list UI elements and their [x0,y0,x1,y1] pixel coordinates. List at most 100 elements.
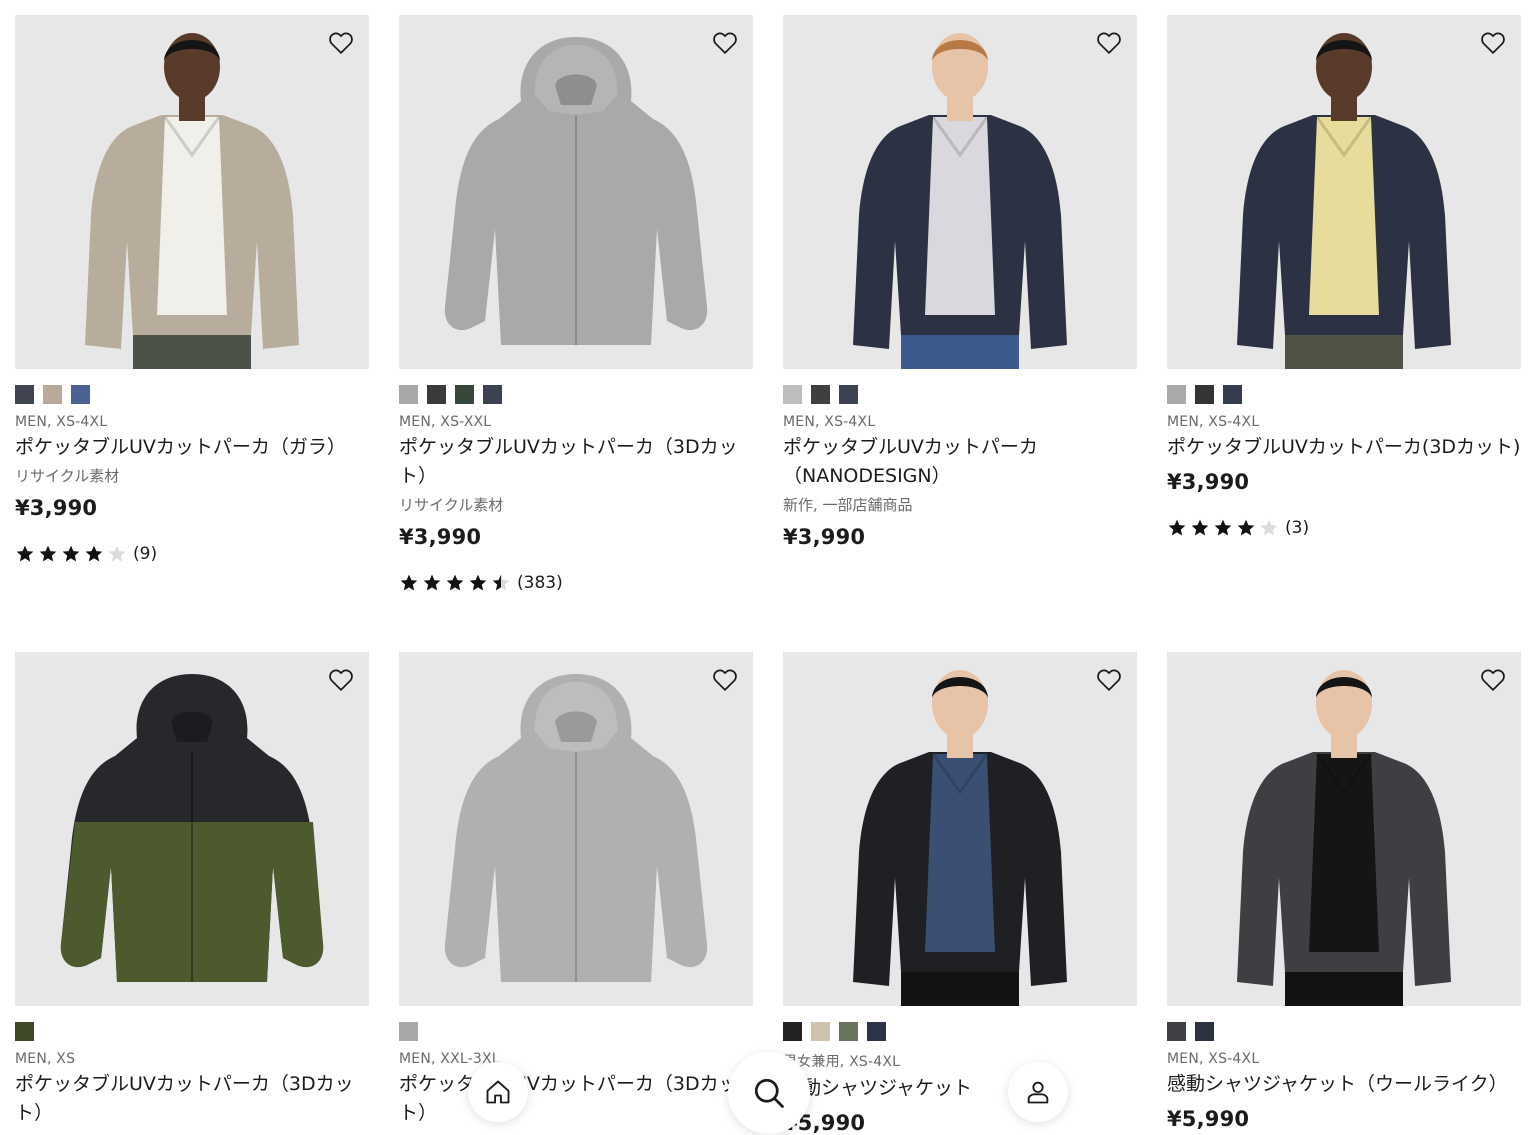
product-card[interactable]: 男女兼用, XS-4XL 感動シャツジャケット ¥5,990 [783,652,1137,1135]
favorite-button[interactable] [711,29,739,57]
product-image[interactable] [15,652,369,1006]
review-count: (3) [1285,518,1310,538]
color-swatch[interactable] [1167,1022,1186,1041]
star-icon [1237,519,1255,536]
product-name[interactable]: ポケッタブルUVカットパーカ（3Dカット） [15,1070,369,1128]
star-icon [39,545,57,562]
product-meta: MEN, XS-4XL [15,414,108,430]
heart-icon [713,32,737,54]
product-card[interactable]: MEN, XS-XXL ポケッタブルUVカットパーカ（3Dカット） リサイクル素材 ¥… [399,15,753,593]
heart-icon [1097,32,1121,54]
user-icon [1027,1081,1049,1104]
star-icon [446,574,464,591]
color-swatch[interactable] [783,1022,802,1041]
favorite-button[interactable] [1095,29,1123,57]
color-swatches [1167,385,1521,405]
product-meta: MEN, XS-4XL [1167,414,1260,430]
star-icon [108,545,126,562]
account-button[interactable] [1008,1062,1068,1122]
product-name[interactable]: ポケッタブルUVカットパーカ（3Dカット） [399,1070,753,1128]
color-swatch[interactable] [15,385,34,404]
product-card[interactable]: MEN, XS-4XL 感動シャツジャケット（ウールライク） ¥5,990 [1167,652,1521,1131]
product-name[interactable]: ポケッタブルUVカットパーカ（NANODESIGN） [783,433,1137,491]
product-name[interactable]: ポケッタブルUVカットパーカ（3Dカット） [399,433,753,491]
product-card[interactable]: MEN, XS-4XL ポケッタブルUVカットパーカ（NANODESIGN） 新作,… [783,15,1137,549]
star-icon [1191,519,1209,536]
color-swatch[interactable] [839,385,858,404]
color-swatch[interactable] [15,1022,34,1041]
color-swatches [399,385,753,405]
color-swatch[interactable] [427,385,446,404]
product-meta: MEN, XS-XXL [399,414,492,430]
favorite-button[interactable] [711,666,739,694]
product-image[interactable] [1167,652,1521,1006]
product-price: ¥3,990 [399,525,482,549]
product-name[interactable]: 感動シャツジャケット [783,1074,1137,1103]
search-button[interactable] [728,1052,810,1134]
color-swatch[interactable] [399,385,418,404]
home-button[interactable] [468,1062,528,1122]
product-card[interactable]: MEN, XS-4XL ポケッタブルUVカットパーカ（ガラ） リサイクル素材 ¥3,9… [15,15,369,564]
product-image[interactable] [399,15,753,369]
star-rating [399,573,511,593]
search-icon [754,1078,784,1108]
color-swatch[interactable] [783,385,802,404]
product-image[interactable] [15,15,369,369]
heart-icon [1481,32,1505,54]
favorite-button[interactable] [327,29,355,57]
product-name[interactable]: 感動シャツジャケット（ウールライク） [1167,1070,1521,1099]
product-flag: リサイクル素材 [15,467,120,485]
favorite-button[interactable] [327,666,355,694]
product-rating[interactable]: (383) [399,573,753,593]
star-icon [469,574,487,591]
review-count: (9) [133,544,158,564]
color-swatch[interactable] [71,385,90,404]
product-image[interactable] [783,652,1137,1006]
color-swatch[interactable] [1167,385,1186,404]
product-rating[interactable]: (3) [1167,518,1521,538]
star-rating [15,544,127,564]
star-icon [16,545,34,562]
product-image[interactable] [783,15,1137,369]
color-swatch[interactable] [839,1022,858,1041]
review-count: (383) [517,573,563,593]
heart-icon [1097,669,1121,691]
heart-icon [329,669,353,691]
favorite-button[interactable] [1479,666,1507,694]
heart-icon [329,32,353,54]
color-swatch[interactable] [455,385,474,404]
color-swatch[interactable] [1223,385,1242,404]
color-swatch[interactable] [43,385,62,404]
product-card[interactable]: MEN, XS-4XL ポケッタブルUVカットパーカ(3Dカット) ¥3,990 (3… [1167,15,1521,538]
product-flag: リサイクル素材 [399,496,504,514]
color-swatch[interactable] [867,1022,886,1041]
product-name[interactable]: ポケッタブルUVカットパーカ(3Dカット) [1167,433,1521,462]
product-flag: 新作, 一部店舗商品 [783,496,913,514]
color-swatches [783,385,1137,405]
heart-icon [713,669,737,691]
color-swatches [15,1022,369,1042]
heart-icon [1481,669,1505,691]
star-icon [62,545,80,562]
product-name[interactable]: ポケッタブルUVカットパーカ（ガラ） [15,433,369,462]
favorite-button[interactable] [1479,29,1507,57]
color-swatch[interactable] [483,385,502,404]
star-icon [1168,519,1186,536]
star-rating [1167,518,1279,538]
product-price: ¥5,990 [1167,1107,1250,1131]
color-swatch[interactable] [811,1022,830,1041]
product-meta: 男女兼用, XS-4XL [783,1054,901,1070]
star-icon [492,574,510,591]
product-image[interactable] [399,652,753,1006]
product-card[interactable]: MEN, XXL-3XL ポケッタブルUVカットパーカ（3Dカット） [399,652,753,1128]
product-rating[interactable]: (9) [15,544,369,564]
star-icon [400,574,418,591]
color-swatches [1167,1022,1521,1042]
product-card[interactable]: MEN, XS ポケッタブルUVカットパーカ（3Dカット） [15,652,369,1128]
color-swatch[interactable] [399,1022,418,1041]
color-swatch[interactable] [1195,1022,1214,1041]
color-swatch[interactable] [811,385,830,404]
color-swatch[interactable] [1195,385,1214,404]
product-image[interactable] [1167,15,1521,369]
favorite-button[interactable] [1095,666,1123,694]
